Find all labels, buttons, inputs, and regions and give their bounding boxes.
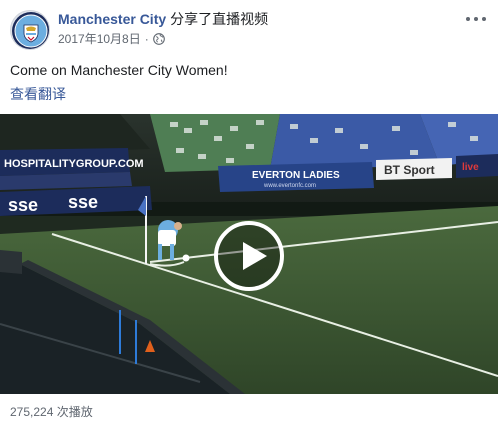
video-player[interactable]: HOSPITALITYGROUP.COM sse sse EVERTON LAD… bbox=[0, 114, 498, 394]
globe-icon[interactable] bbox=[152, 33, 165, 45]
play-icon[interactable] bbox=[214, 221, 284, 291]
banner-everton-url: www.evertonfc.com bbox=[263, 183, 316, 189]
page-avatar[interactable] bbox=[10, 10, 50, 50]
banner-hospitality: HOSPITALITYGROUP.COM bbox=[4, 158, 144, 170]
banner-sse-1: sse bbox=[8, 195, 38, 215]
see-translation-link[interactable]: 查看翻译 bbox=[10, 85, 66, 103]
banner-btsport: BT Sport bbox=[384, 163, 435, 177]
mancity-crest-icon bbox=[12, 12, 49, 49]
more-options-icon[interactable] bbox=[466, 12, 486, 26]
post-action-text: 分享了直播视频 bbox=[170, 11, 269, 27]
post-body-text: Come on Manchester City Women! bbox=[10, 62, 228, 78]
banner-sse-2: sse bbox=[68, 192, 98, 212]
meta-separator: · bbox=[144, 32, 149, 46]
post-meta: 2017年10月8日 · bbox=[58, 31, 165, 47]
page-name-link[interactable]: Manchester City bbox=[58, 11, 166, 27]
facebook-post: Manchester City 分享了直播视频 2017年10月8日 · Come… bbox=[0, 0, 498, 424]
banner-live: live bbox=[462, 162, 479, 173]
banner-everton: EVERTON LADIES bbox=[252, 170, 340, 181]
post-date[interactable]: 2017年10月8日 bbox=[58, 31, 141, 47]
view-count: 275,224 次播放 bbox=[10, 405, 93, 419]
post-header: Manchester City 分享了直播视频 bbox=[58, 10, 268, 28]
